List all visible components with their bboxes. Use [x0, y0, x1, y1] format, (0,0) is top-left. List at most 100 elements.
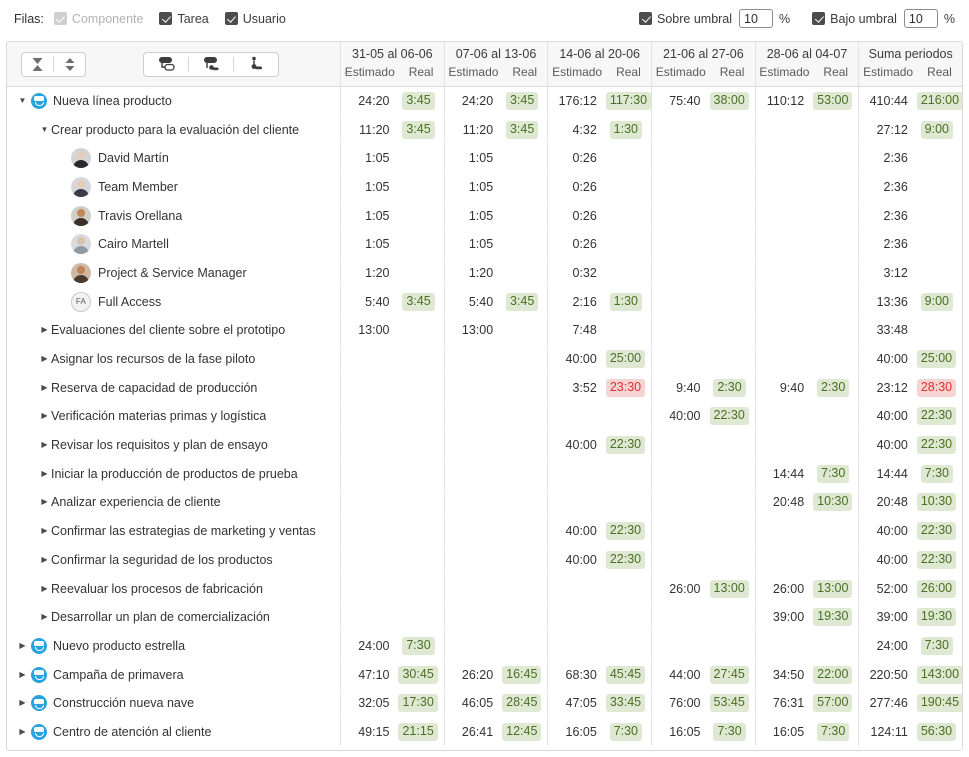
sobre-umbral-input[interactable]	[739, 9, 774, 28]
project-row[interactable]: Nueva línea producto 24:20 3:45 24:20 3:45 17…	[7, 87, 962, 116]
checkbox-tarea[interactable]: Tarea	[159, 12, 209, 26]
period-cell: 44:00 27:45	[652, 660, 756, 689]
task-row[interactable]: Iniciar la producción de productos de pr…	[7, 459, 962, 489]
period-cell: 13:00	[341, 316, 445, 345]
real-value-empty	[427, 188, 435, 191]
real-value-empty	[530, 188, 538, 191]
period-cell: 40:00 22:30	[548, 517, 653, 545]
user-row[interactable]: Project & Service Manager 1:20 1:20 0:32 3:1…	[7, 259, 962, 288]
row-label: Revisar los requisitos y plan de ensayo	[51, 438, 268, 453]
group-project-icon[interactable]	[144, 53, 188, 76]
user-row[interactable]: Cairo Martell 1:05 1:05 0:26 2:36	[7, 230, 962, 259]
period-cell	[756, 402, 860, 431]
estimado-value: 26:41	[461, 724, 494, 739]
user-row[interactable]: Travis Orellana 1:05 1:05 0:26 2:36	[7, 201, 962, 231]
real-value-empty	[841, 274, 849, 277]
real-cell	[398, 582, 443, 596]
real-cell: 7:30	[813, 464, 858, 483]
previous-periods-arrow[interactable]: ←	[342, 65, 354, 77]
chevron-right-icon[interactable]	[38, 384, 51, 392]
task-row[interactable]: Crear producto para la evaluación del cl…	[7, 115, 962, 145]
task-row[interactable]: Reserva de capacidad de producción 3:52 23…	[7, 373, 962, 403]
chevron-right-icon[interactable]	[38, 527, 51, 535]
real-cell	[502, 495, 547, 509]
hourglass-collapse-icon[interactable]	[22, 53, 53, 76]
period-cell	[548, 459, 653, 488]
project-row[interactable]: Centro de atención al cliente 49:15 21:15 2…	[7, 718, 962, 747]
task-row[interactable]: Confirmar las estrategias de marketing y…	[7, 517, 962, 546]
chevron-right-icon[interactable]	[38, 585, 51, 593]
checkbox-usuario-box[interactable]	[224, 12, 238, 25]
row-label: Full Access	[98, 294, 162, 309]
user-row[interactable]: David Martín 1:05 1:05 0:26 2:36	[7, 144, 962, 173]
period-cell	[756, 201, 860, 230]
group-task-icon[interactable]	[189, 53, 233, 76]
real-value-empty	[530, 274, 538, 277]
task-row[interactable]: Revisar los requisitos y plan de ensayo 4…	[7, 431, 962, 460]
chevron-right-icon[interactable]	[38, 355, 51, 363]
tree-cell: Construcción nueva nave	[7, 689, 341, 718]
period-cell	[756, 316, 860, 345]
task-row[interactable]: Analizar experiencia de cliente 20:48 10:3…	[7, 488, 962, 518]
chevron-right-icon[interactable]	[38, 412, 51, 420]
real-value-empty	[634, 590, 642, 593]
period-cell: 277:46 190:45	[859, 689, 962, 717]
chevron-right-icon[interactable]	[16, 642, 29, 650]
chevron-right-icon[interactable]	[16, 671, 29, 679]
checkbox-usuario[interactable]: Usuario	[224, 12, 286, 26]
real-cell	[502, 180, 547, 194]
chevron-down-icon[interactable]	[16, 97, 29, 105]
user-row[interactable]: Team Member 1:05 1:05 0:26 2:36	[7, 173, 962, 202]
period-cell: 3:52 23:30	[548, 373, 653, 402]
real-value-empty	[634, 274, 642, 277]
real-value-empty	[634, 475, 642, 478]
chevron-right-icon[interactable]	[38, 441, 51, 449]
checkbox-sobre-umbral-box[interactable]	[639, 12, 652, 25]
real-value-empty	[530, 331, 538, 334]
task-row[interactable]: Desarrollar un plan de comercialización 3…	[7, 603, 962, 632]
checkbox-componente-box[interactable]	[53, 12, 67, 25]
real-cell	[606, 237, 651, 251]
chevron-right-icon[interactable]	[16, 728, 29, 736]
real-value-badge: 7:30	[402, 636, 435, 655]
real-cell: 7:30	[606, 722, 651, 741]
group-user-icon[interactable]	[234, 53, 278, 76]
real-value-empty	[530, 217, 538, 220]
real-value-empty	[738, 532, 746, 535]
period-subheaders: Estimado Real	[548, 65, 651, 79]
project-row[interactable]: Construcción nueva nave 32:05 17:30 46:05 28…	[7, 689, 962, 718]
estimado-value: 16:05	[669, 724, 701, 739]
chevron-down-icon[interactable]	[38, 126, 51, 134]
period-cell	[445, 632, 549, 660]
task-row[interactable]: Confirmar la seguridad de los productos 4…	[7, 546, 962, 575]
real-cell	[502, 553, 547, 567]
tree-cell: Evaluaciones del cliente sobre el protot…	[7, 316, 341, 345]
checkbox-sobre-umbral[interactable]: Sobre umbral	[639, 12, 739, 26]
chevron-right-icon[interactable]	[38, 326, 51, 334]
checkbox-bajo-umbral[interactable]: Bajo umbral	[812, 12, 904, 26]
chevron-right-icon[interactable]	[38, 556, 51, 564]
bajo-umbral-input[interactable]	[903, 9, 938, 28]
project-row[interactable]: Campaña de primavera 47:10 30:45 26:20 16:45…	[7, 660, 962, 690]
task-row[interactable]: Reevaluar los procesos de fabricación 26:…	[7, 574, 962, 604]
up-down-expand-icon[interactable]	[54, 53, 85, 76]
real-value-empty	[738, 503, 746, 506]
estimado-value: 3:12	[883, 265, 908, 280]
task-row[interactable]: Evaluaciones del cliente sobre el protot…	[7, 316, 962, 346]
checkbox-tarea-box[interactable]	[159, 12, 173, 25]
real-value-empty	[738, 360, 746, 363]
chevron-right-icon[interactable]	[38, 613, 51, 621]
real-cell	[398, 180, 443, 194]
project-row[interactable]: Nuevo producto estrella 24:00 7:30 24:00 7:3…	[7, 632, 962, 661]
real-cell	[398, 209, 443, 223]
chevron-right-icon[interactable]	[38, 498, 51, 506]
checkbox-componente[interactable]: Componente	[53, 12, 143, 26]
chevron-right-icon[interactable]	[38, 470, 51, 478]
period-title: Suma periodos	[868, 47, 953, 61]
chevron-right-icon[interactable]	[16, 699, 29, 707]
user-row[interactable]: FA Full Access 5:40 3:45 5:40 3:45 2:16 1:30 13:…	[7, 287, 962, 317]
checkbox-bajo-umbral-box[interactable]	[812, 12, 826, 25]
task-row[interactable]: Verificación materias primas y logística…	[7, 402, 962, 432]
real-value-empty	[634, 331, 642, 334]
task-row[interactable]: Asignar los recursos de la fase piloto 40…	[7, 345, 962, 374]
